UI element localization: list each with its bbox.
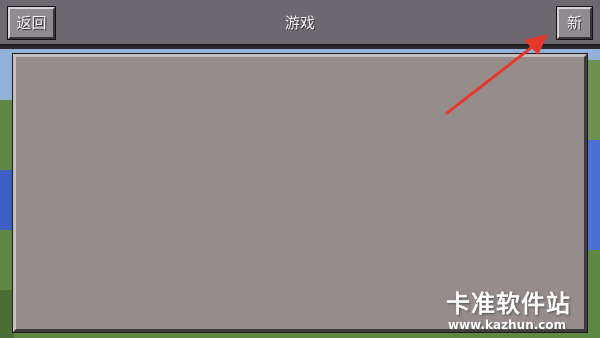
new-game-button[interactable]: 新: [556, 6, 593, 40]
watermark-url: www.kazhun.com: [448, 318, 567, 332]
background-dirt: [586, 60, 600, 140]
background-water: [0, 170, 14, 230]
game-screen: 返回 游戏 新 卡准软件站 www.kazhun.com: [0, 0, 600, 338]
background-dirt: [0, 290, 14, 338]
back-button[interactable]: 返回: [7, 6, 56, 40]
top-bar: 返回 游戏 新: [0, 0, 600, 46]
page-title: 游戏: [284, 14, 315, 32]
watermark-logo-text: 卡准软件站: [446, 290, 571, 318]
top-bar-shadow: [0, 46, 600, 49]
background-water: [586, 140, 600, 250]
